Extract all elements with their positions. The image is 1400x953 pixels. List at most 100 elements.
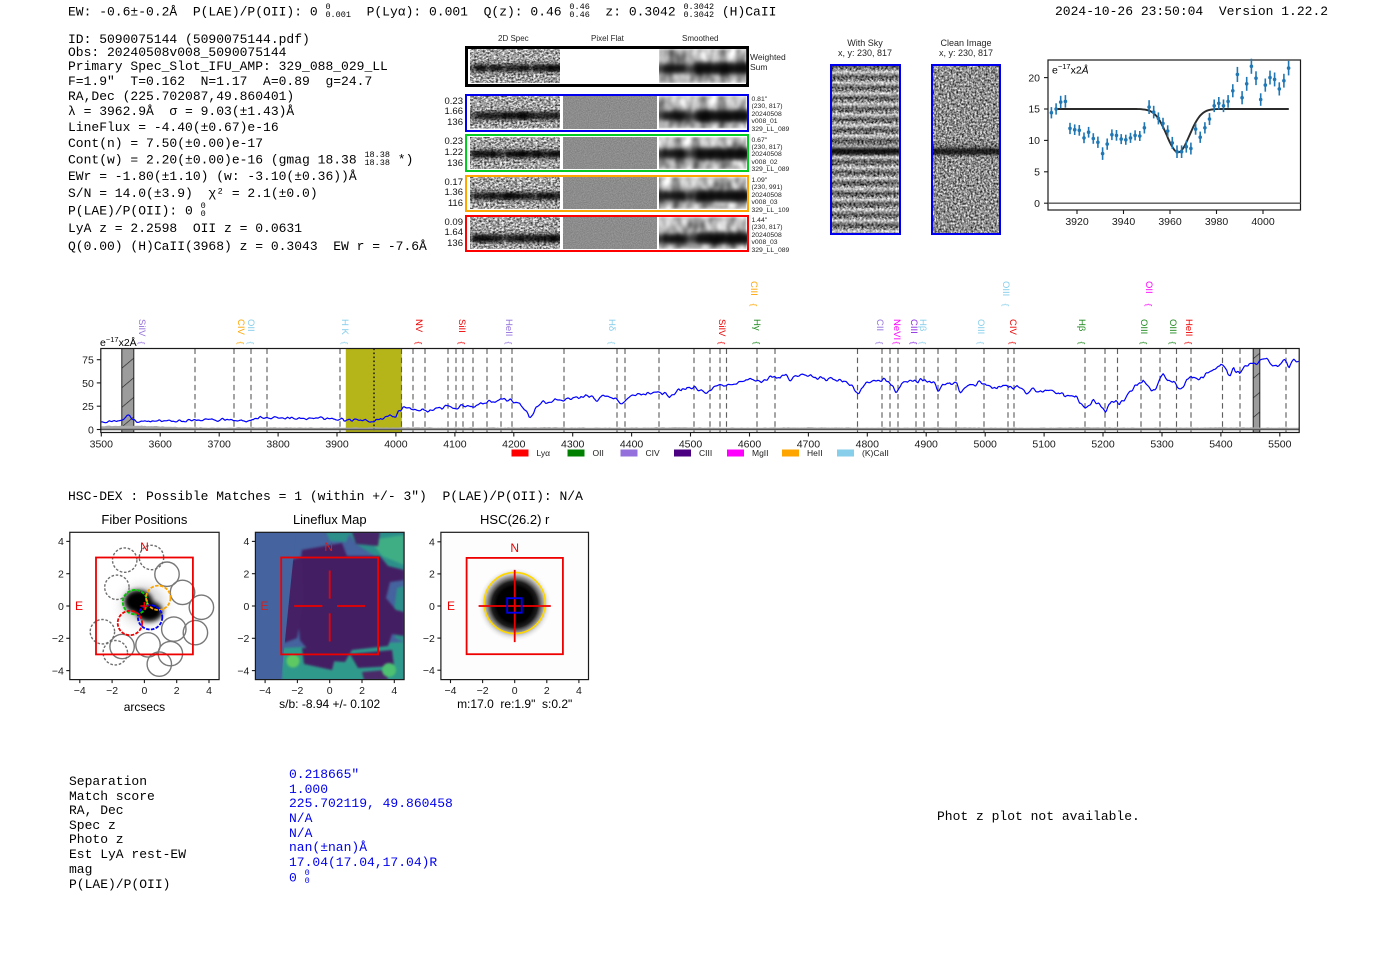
svg-text:CIV: CIV: [1007, 319, 1018, 336]
svg-text:{: {: [246, 342, 256, 345]
svg-text:4000: 4000: [384, 438, 408, 450]
svg-text:{: {: [918, 342, 928, 345]
svg-text:{: {: [1168, 342, 1178, 345]
svg-text:{: {: [414, 342, 424, 345]
svg-text:Lineflux Map: Lineflux Map: [293, 512, 367, 527]
svg-text:E: E: [260, 599, 268, 613]
svg-text:0: 0: [141, 685, 147, 697]
svg-text:{: {: [236, 342, 246, 345]
svg-text:4: 4: [244, 536, 250, 548]
svg-text:{: {: [892, 342, 902, 345]
svg-text:CIII: CIII: [748, 281, 759, 296]
svg-text:2: 2: [359, 685, 365, 697]
svg-text:4000: 4000: [1251, 216, 1275, 228]
svg-text:{: {: [717, 342, 727, 345]
svg-text:s/b: -8.94 +/- 0.102: s/b: -8.94 +/- 0.102: [279, 697, 380, 711]
svg-text:0: 0: [88, 424, 94, 436]
svg-text:5500: 5500: [1268, 438, 1292, 450]
svg-text:5200: 5200: [1091, 438, 1115, 450]
svg-text:−4: −4: [52, 665, 64, 677]
svg-text:−4: −4: [74, 685, 86, 697]
svg-text:{: {: [1139, 342, 1149, 345]
svg-text:−2: −2: [52, 633, 64, 645]
svg-text:5100: 5100: [1032, 438, 1056, 450]
svg-text:SiIV: SiIV: [716, 319, 727, 337]
svg-text:OIII: OIII: [1000, 281, 1011, 296]
svg-text:{: {: [875, 342, 885, 345]
svg-text:2: 2: [429, 569, 435, 581]
svg-text:−4: −4: [445, 685, 457, 697]
svg-text:CII: CII: [874, 319, 885, 331]
svg-text:3900: 3900: [325, 438, 349, 450]
svg-text:{: {: [749, 304, 759, 307]
svg-text:5300: 5300: [1150, 438, 1174, 450]
svg-text:0: 0: [244, 601, 250, 613]
svg-text:3800: 3800: [266, 438, 290, 450]
svg-text:HSC(26.2) r: HSC(26.2) r: [480, 512, 550, 527]
svg-text:−2: −2: [423, 633, 435, 645]
svg-text:−2: −2: [106, 685, 118, 697]
svg-text:0: 0: [429, 601, 435, 613]
svg-text:3500: 3500: [90, 438, 114, 450]
svg-text:2: 2: [244, 569, 250, 581]
svg-text:3980: 3980: [1205, 216, 1229, 228]
svg-text:5400: 5400: [1209, 438, 1233, 450]
svg-text:OII: OII: [245, 319, 256, 332]
svg-text:H K: H K: [339, 319, 350, 336]
svg-text:4: 4: [391, 685, 397, 697]
svg-text:OII: OII: [593, 448, 604, 458]
svg-text:4100: 4100: [443, 438, 467, 450]
svg-text:4900: 4900: [915, 438, 939, 450]
svg-text:{: {: [340, 342, 350, 345]
svg-text:{: {: [137, 342, 147, 345]
svg-text:4200: 4200: [502, 438, 526, 450]
svg-text:25: 25: [82, 401, 94, 413]
svg-text:3700: 3700: [208, 438, 232, 450]
svg-text:{: {: [909, 342, 919, 345]
svg-text:{: {: [457, 342, 467, 345]
svg-text:{: {: [1008, 342, 1018, 345]
svg-text:NeVI: NeVI: [891, 319, 902, 340]
svg-text:E: E: [447, 599, 455, 613]
svg-text:4: 4: [429, 537, 435, 549]
svg-text:Hδ: Hδ: [606, 319, 617, 331]
svg-text:HeII: HeII: [503, 319, 514, 336]
svg-text:75: 75: [82, 355, 94, 367]
svg-text:3940: 3940: [1112, 216, 1136, 228]
svg-text:OIII: OIII: [975, 319, 986, 334]
svg-text:arcsecs: arcsecs: [124, 700, 165, 714]
svg-text:E: E: [75, 599, 83, 613]
svg-text:(K)CaII: (K)CaII: [862, 448, 889, 458]
svg-text:{: {: [752, 342, 762, 345]
svg-text:4400: 4400: [620, 438, 644, 450]
svg-text:2: 2: [174, 685, 180, 697]
svg-text:CIII: CIII: [699, 448, 712, 458]
svg-text:HeII: HeII: [1183, 319, 1194, 336]
svg-text:N: N: [140, 540, 149, 554]
svg-text:−2: −2: [237, 633, 249, 645]
svg-text:OIII: OIII: [1167, 319, 1178, 334]
svg-text:4300: 4300: [561, 438, 585, 450]
svg-text:3960: 3960: [1158, 216, 1182, 228]
svg-text:−4: −4: [423, 665, 435, 677]
svg-text:15: 15: [1028, 104, 1040, 116]
svg-text:NV: NV: [413, 319, 424, 333]
svg-text:2: 2: [544, 685, 550, 697]
svg-text:SiII: SiII: [456, 319, 467, 333]
svg-text:3600: 3600: [149, 438, 173, 450]
svg-text:CIV: CIV: [646, 448, 661, 458]
svg-text:{: {: [1077, 342, 1087, 345]
svg-text:Hγ: Hγ: [751, 319, 762, 331]
svg-text:4: 4: [206, 685, 212, 697]
svg-text:{: {: [1001, 304, 1011, 307]
svg-text:3920: 3920: [1065, 216, 1089, 228]
svg-text:{: {: [1184, 342, 1194, 345]
svg-text:CIV: CIV: [235, 319, 246, 336]
svg-text:50: 50: [82, 378, 94, 390]
svg-text:−4: −4: [259, 685, 271, 697]
svg-text:N: N: [324, 540, 333, 554]
svg-text:{: {: [976, 342, 986, 345]
svg-text:0: 0: [327, 685, 333, 697]
svg-text:20: 20: [1028, 72, 1040, 84]
svg-text:−2: −2: [477, 685, 489, 697]
